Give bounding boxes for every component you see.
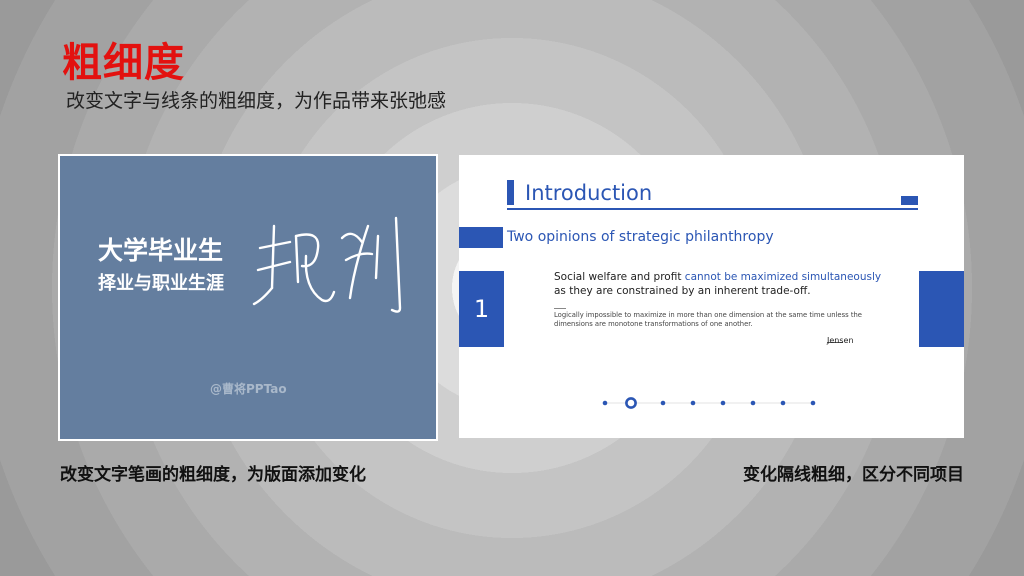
right-caption: 变化隔线粗细，区分不同项目 bbox=[743, 465, 964, 485]
page-dot bbox=[750, 400, 756, 406]
pagination-dots bbox=[602, 397, 816, 409]
page-dot bbox=[810, 400, 816, 406]
page-dot bbox=[690, 400, 696, 406]
author-name: Jensen bbox=[827, 336, 854, 345]
title-corner-block bbox=[901, 196, 918, 205]
item-number: 1 bbox=[459, 271, 504, 347]
left-example-slide: 大学毕业生 择业与职业生涯 @曹将PPTao bbox=[58, 154, 438, 441]
heading-marker-block bbox=[459, 227, 503, 248]
quote-highlight: cannot be maximized simultaneously bbox=[684, 271, 882, 283]
calligraphy-graphic bbox=[252, 216, 402, 313]
thin-divider-line bbox=[554, 308, 566, 309]
item-number-text: 1 bbox=[473, 295, 490, 323]
page-subtitle: 改变文字与线条的粗细度，为作品带来张弛感 bbox=[66, 90, 447, 112]
page-dot bbox=[660, 400, 666, 406]
page-title: 粗细度 bbox=[62, 40, 185, 86]
page-dot bbox=[780, 400, 786, 406]
slide-subline: 择业与职业生涯 bbox=[98, 273, 224, 294]
note-text: Logically impossible to maximize in more… bbox=[554, 311, 862, 328]
title-marker-bar bbox=[507, 180, 514, 205]
page-dot bbox=[720, 400, 726, 406]
watermark-text: @曹将PPTao bbox=[210, 382, 287, 396]
page-dot-current bbox=[625, 397, 637, 409]
page-dot bbox=[602, 400, 608, 406]
right-example-slide: Introduction Two opinions of strategic p… bbox=[459, 155, 964, 438]
side-accent-block bbox=[919, 271, 964, 347]
slide-headline: 大学毕业生 bbox=[98, 236, 224, 265]
quote-part: as they are constrained by an inherent t… bbox=[554, 285, 811, 297]
quote-part: Social welfare and profit bbox=[554, 271, 685, 283]
section-title: Introduction bbox=[525, 181, 653, 205]
slide-heading: Two opinions of strategic philanthropy bbox=[507, 229, 774, 245]
left-caption: 改变文字笔画的粗细度，为版面添加变化 bbox=[60, 465, 366, 485]
title-divider-line bbox=[507, 208, 918, 210]
quote-text: Social welfare and profit cannot be maxi… bbox=[554, 270, 894, 298]
